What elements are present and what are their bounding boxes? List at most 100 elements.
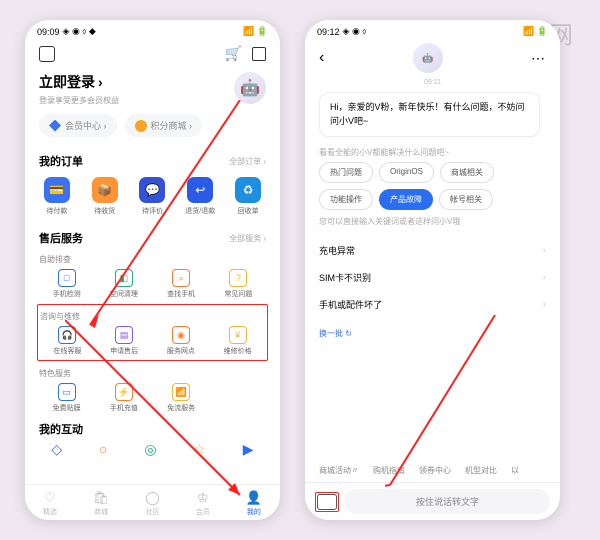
points-mall-pill[interactable]: 积分商城 › — [125, 114, 203, 137]
login-title-text: 立即登录 — [39, 72, 95, 92]
user-icon: 👤 — [246, 490, 262, 506]
refresh-button[interactable]: 换一批 ↻ — [305, 324, 560, 343]
order-pending-receive[interactable]: 📦 待收货 — [85, 177, 125, 216]
phone-recharge[interactable]: ⚡手机充值 — [96, 381, 151, 415]
group-title: 特色服务 — [39, 368, 266, 379]
voice-input-button[interactable]: 按住说话转文字 — [345, 489, 550, 514]
chip-function[interactable]: 功能操作 — [319, 189, 373, 210]
quick-coupon[interactable]: 领券中心 — [419, 465, 451, 476]
nav-community[interactable]: ◯社区 — [145, 490, 160, 517]
icon-label: 待付款 — [46, 206, 67, 216]
settings-hex-icon[interactable] — [39, 46, 55, 62]
nav-featured[interactable]: ♡精选 — [43, 490, 57, 517]
interact-icon[interactable]: ▶ — [243, 441, 254, 458]
chip-fault[interactable]: 产品故障 — [379, 189, 433, 210]
chevron-right-icon: › — [98, 74, 103, 90]
order-pending-review[interactable]: 💬 待评价 — [132, 177, 172, 216]
headset-icon: 🎧 — [58, 326, 76, 344]
chevron-right-icon: › — [543, 299, 546, 310]
faq-text: SIM卡不识别 — [319, 271, 371, 284]
nav-label: 商城 — [94, 507, 108, 517]
icon-label: 回收单 — [238, 206, 259, 216]
self-check-group: 自助排查 □手机检测 ◧空间清理 ⌕查找手机 ?常见问题 — [25, 250, 280, 301]
free-data[interactable]: 📶免流服务 — [154, 381, 209, 415]
status-right: 📶 🔋 — [243, 26, 268, 37]
location-icon: ◉ — [172, 326, 190, 344]
quick-buy-guide[interactable]: 购机指南 — [373, 465, 405, 476]
greeting-bubble: Hi，亲爱的V粉，新年快乐！有什么问题，不妨问问小V吧~ — [319, 92, 540, 137]
keyboard-highlight — [315, 492, 339, 512]
category-hint: 看看全能的小V都能解决什么问题吧~ — [305, 141, 560, 162]
chat-icon: 💬 — [139, 177, 165, 203]
interact-icon[interactable]: ◎ — [144, 441, 156, 458]
wallet-icon: 💳 — [44, 177, 70, 203]
order-pending-pay[interactable]: 💳 待付款 — [37, 177, 77, 216]
icon-label: 待收货 — [94, 206, 115, 216]
search-icon: ⌕ — [172, 269, 190, 287]
status-icons: ◈ ◉ ⬨ ◆ — [63, 26, 96, 37]
faq-text: 手机或配件坏了 — [319, 298, 382, 311]
faq[interactable]: ?常见问题 — [211, 267, 266, 301]
interact-icon[interactable]: ○ — [99, 441, 107, 458]
nav-mine[interactable]: 👤我的 — [246, 490, 262, 517]
aftersale-more[interactable]: 全部服务 › — [229, 233, 266, 244]
login-button[interactable]: 立即登录 › — [39, 72, 119, 92]
interact-title: 我的互动 — [39, 421, 83, 437]
nav-member[interactable]: ♔会员 — [196, 490, 210, 517]
quick-mall-activity[interactable]: 商城活动〃 — [319, 465, 359, 476]
service-point[interactable]: ◉ 服务网点 — [154, 324, 209, 358]
small-label: 免流服务 — [167, 403, 195, 413]
community-icon: ◯ — [145, 490, 160, 506]
repair-price[interactable]: ¥维修价格 — [210, 324, 265, 358]
faq-broken[interactable]: 手机或配件坏了 › — [319, 291, 546, 318]
recycle-icon: ♻ — [235, 177, 261, 203]
header-row: 🛒 — [25, 39, 280, 68]
chip-mall[interactable]: 商城相关 — [440, 162, 494, 183]
member-center-pill[interactable]: 会员中心 › — [39, 114, 117, 137]
icon-label: 退货/退款 — [185, 206, 215, 216]
chip-originos[interactable]: OriginOS — [379, 162, 434, 183]
order-recycle[interactable]: ♻ 回收单 — [228, 177, 268, 216]
crown-icon: ♔ — [197, 490, 209, 506]
find-phone[interactable]: ⌕查找手机 — [154, 267, 209, 301]
icon-label: 待评价 — [142, 206, 163, 216]
order-refund[interactable]: ↩ 退货/退款 — [180, 177, 220, 216]
orders-title: 我的订单 — [39, 153, 83, 169]
price-icon: ¥ — [229, 326, 247, 344]
keyboard-icon[interactable] — [317, 494, 337, 510]
quick-compare[interactable]: 机型对比 — [465, 465, 497, 476]
back-button[interactable]: ‹ — [319, 49, 324, 67]
online-service[interactable]: 🎧在线客服 — [40, 324, 95, 358]
pill-label: 会员中心 › — [65, 119, 107, 132]
chip-account[interactable]: 帐号相关 — [439, 189, 493, 210]
free-film[interactable]: ▭免费贴膜 — [39, 381, 94, 415]
refund-icon: ↩ — [187, 177, 213, 203]
space-clean[interactable]: ◧空间清理 — [96, 267, 151, 301]
nav-mall[interactable]: 🛍商城 — [93, 490, 110, 517]
coin-icon — [135, 120, 147, 132]
group-title: 咨询与维修 — [40, 311, 265, 322]
interact-icon[interactable]: ☆ — [193, 441, 206, 458]
phone-icon: □ — [58, 269, 76, 287]
interact-icon[interactable]: ◇ — [51, 441, 62, 458]
more-button[interactable]: ⋯ — [531, 50, 546, 67]
chat-body: 09:11 Hi，亲爱的V粉，新年快乐！有什么问题，不妨问问小V吧~ 看看全能的… — [305, 77, 560, 482]
scan-icon[interactable] — [252, 47, 266, 61]
apply-aftersale[interactable]: ▤申请售后 — [97, 324, 152, 358]
package-icon: 📦 — [92, 177, 118, 203]
phone-check[interactable]: □手机检测 — [39, 267, 94, 301]
nav-label: 社区 — [146, 507, 160, 517]
chat-avatar[interactable]: 🤖 — [413, 43, 443, 73]
faq-text: 充电异常 — [319, 244, 355, 257]
avatar[interactable]: 🤖 — [234, 72, 266, 104]
status-right: 📶 🔋 — [523, 26, 548, 37]
cart-icon[interactable]: 🛒 — [225, 45, 242, 62]
quick-more[interactable]: 以 — [511, 465, 519, 476]
faq-charging[interactable]: 充电异常› — [319, 237, 546, 264]
form-icon: ▤ — [115, 326, 133, 344]
orders-more[interactable]: 全部订单 › — [229, 156, 266, 167]
faq-sim[interactable]: SIM卡不识别› — [319, 264, 546, 291]
film-icon: ▭ — [58, 383, 76, 401]
chip-hot[interactable]: 热门问题 — [319, 162, 373, 183]
small-label: 服务网点 — [167, 346, 195, 356]
